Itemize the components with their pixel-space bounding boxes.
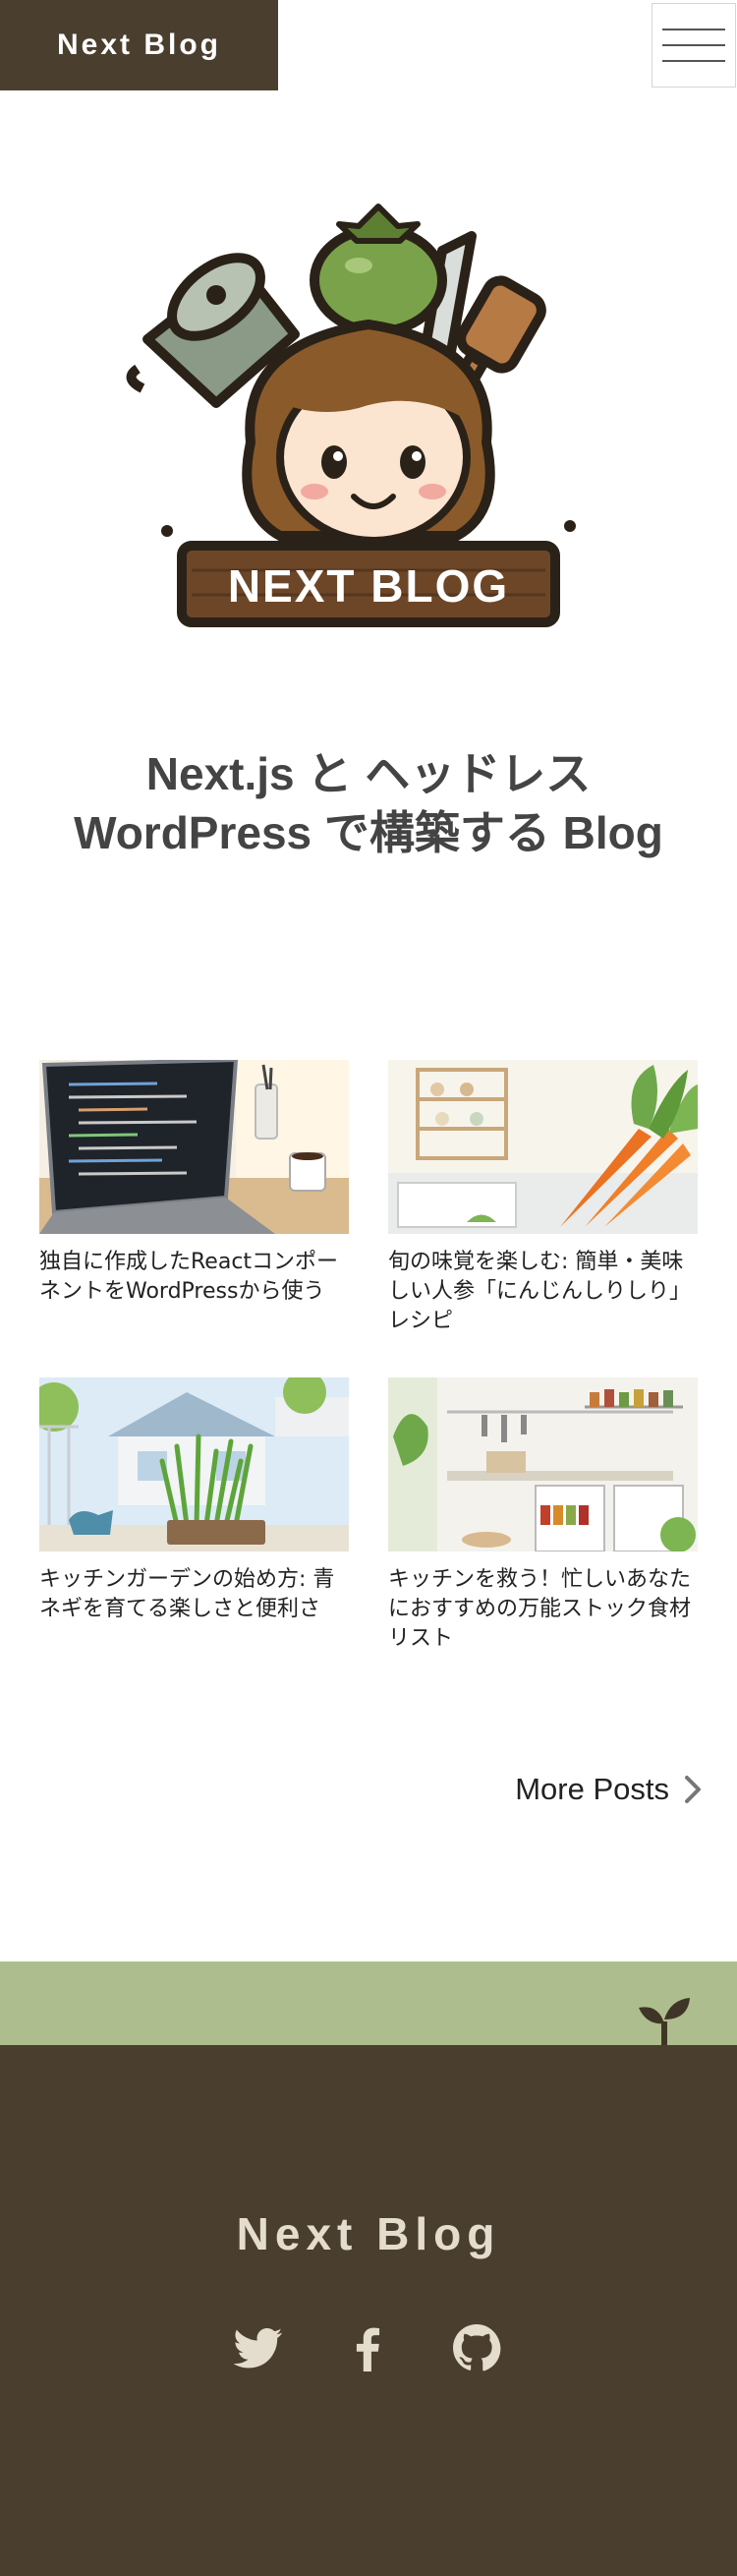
post-title[interactable]: 旬の味覚を楽しむ: 簡単・美味しい人参「にんじんしりしり」レシピ xyxy=(388,1248,698,1336)
post-card[interactable]: 独自に作成したReactコンポーネントをWordPressから使う xyxy=(39,1060,349,1336)
post-card[interactable]: キッチンを救う！忙しいあなたにおすすめの万能ストック食材リスト xyxy=(388,1377,698,1654)
post-list: 独自に作成したReactコンポーネントをWordPressから使う 旬の味覚を楽… xyxy=(39,1060,698,1654)
footer-accent-band xyxy=(0,1961,737,2045)
hero-title: Next.js と ヘッドレス WordPress で構築する Blog xyxy=(0,744,737,862)
hero-logo-illustration: NEXT BLOG xyxy=(126,204,576,627)
post-thumbnail-laptop[interactable] xyxy=(39,1060,349,1234)
post-card[interactable]: 旬の味覚を楽しむ: 簡単・美味しい人参「にんじんしりしり」レシピ xyxy=(388,1060,698,1336)
hamburger-menu-icon-line xyxy=(662,44,725,46)
site-header: Next Blog xyxy=(0,0,737,90)
post-thumbnail-pantry[interactable] xyxy=(388,1377,698,1551)
post-thumbnail-carrots[interactable] xyxy=(388,1060,698,1234)
post-thumbnail-green-onions[interactable] xyxy=(39,1377,349,1551)
menu-button[interactable] xyxy=(652,3,736,88)
more-posts-link[interactable]: More Posts xyxy=(501,1765,703,1814)
more-posts-label: More Posts xyxy=(515,1772,669,1806)
site-logo-link[interactable]: Next Blog xyxy=(0,0,278,90)
hamburger-menu-icon-line xyxy=(662,60,725,62)
hero-title-line2: WordPress で構築する Blog xyxy=(74,807,663,858)
logo-sign-text: NEXT BLOG xyxy=(228,560,509,612)
facebook-link[interactable] xyxy=(341,2320,396,2375)
github-link[interactable] xyxy=(449,2320,504,2375)
site-footer: Next Blog xyxy=(0,2045,737,2576)
twitter-link[interactable] xyxy=(231,2320,286,2375)
hero-title-line1: Next.js と ヘッドレス xyxy=(145,748,592,799)
post-title[interactable]: キッチンガーデンの始め方: 青ネギを育てる楽しさと便利さ xyxy=(39,1565,349,1624)
post-title[interactable]: 独自に作成したReactコンポーネントをWordPressから使う xyxy=(39,1248,349,1307)
twitter-icon xyxy=(234,2328,283,2369)
footer-title: Next Blog xyxy=(236,2208,501,2259)
chevron-right-icon xyxy=(685,1776,701,1803)
post-card[interactable]: キッチンガーデンの始め方: 青ネギを育てる楽しさと便利さ xyxy=(39,1377,349,1654)
hamburger-menu-icon xyxy=(662,29,725,30)
github-icon xyxy=(453,2324,501,2371)
site-title: Next Blog xyxy=(56,29,221,61)
vegetable-icon xyxy=(310,204,447,336)
sprout-icon xyxy=(639,1998,690,2047)
facebook-icon xyxy=(356,2327,380,2371)
logo-sign: NEXT BLOG xyxy=(177,541,560,627)
post-title[interactable]: キッチンを救う！忙しいあなたにおすすめの万能ストック食材リスト xyxy=(388,1565,698,1654)
